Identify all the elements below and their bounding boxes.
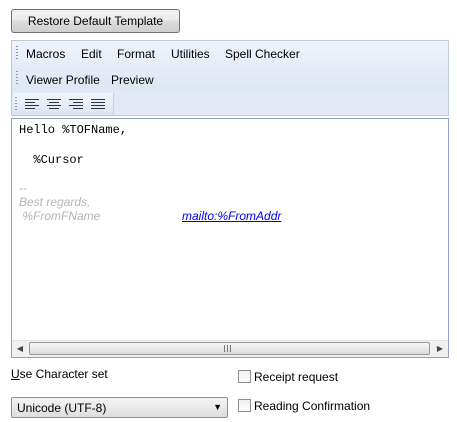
reading-confirmation-checkbox[interactable] [238, 399, 251, 412]
alignment-grip-icon[interactable] [15, 97, 17, 111]
menu-viewer-profile[interactable]: Viewer Profile [26, 73, 100, 87]
menu-edit[interactable]: Edit [81, 47, 102, 61]
receipt-request-label[interactable]: Receipt request [254, 370, 338, 384]
signature-separator[interactable]: -- [19, 181, 27, 195]
use-character-set-label: Use Character set [11, 367, 108, 381]
signature-mail-link[interactable]: mailto:%FromAddr [182, 209, 281, 223]
greeting-line[interactable]: Hello %TOFName, [19, 123, 127, 137]
signature-regards[interactable]: Best regards, [19, 195, 90, 209]
scroll-right-icon[interactable]: ▶ [432, 341, 448, 357]
chevron-down-icon[interactable]: ▼ [213, 402, 222, 412]
scrollbar-thumb[interactable] [29, 342, 430, 355]
restore-default-template-button[interactable]: Restore Default Template [11, 9, 180, 33]
align-left-icon[interactable] [24, 96, 40, 112]
align-center-icon[interactable] [46, 96, 62, 112]
receipt-request-checkbox[interactable] [238, 370, 251, 383]
thumb-grip-icon [224, 345, 231, 352]
charset-label-accesskey: U [11, 367, 20, 381]
horizontal-scrollbar[interactable]: ◀ ▶ [12, 340, 448, 357]
charset-label-text: se Character set [19, 367, 108, 381]
menubar-grip-2-icon[interactable] [16, 71, 18, 85]
scroll-left-icon[interactable]: ◀ [12, 341, 28, 357]
menubar-grip-icon[interactable] [16, 46, 18, 60]
align-right-icon[interactable] [68, 96, 84, 112]
cursor-line[interactable]: %Cursor [19, 153, 83, 167]
menu-macros[interactable]: Macros [26, 47, 65, 61]
menu-spell-checker[interactable]: Spell Checker [225, 47, 300, 61]
character-set-select[interactable]: Unicode (UTF-8) ▼ [11, 397, 228, 418]
menu-utilities[interactable]: Utilities [171, 47, 210, 61]
menu-format[interactable]: Format [117, 47, 155, 61]
reading-confirmation-label[interactable]: Reading Confirmation [254, 399, 370, 413]
signature-name[interactable]: %FromFName [19, 209, 100, 223]
character-set-value: Unicode (UTF-8) [17, 401, 107, 415]
menu-preview[interactable]: Preview [111, 73, 154, 87]
alignment-toolbar [13, 93, 114, 115]
menu-bar: Macros Edit Format Utilities Spell Check… [12, 41, 448, 91]
align-justify-icon[interactable] [90, 96, 106, 112]
template-editor[interactable]: Hello %TOFName, %Cursor -- Best regards,… [11, 118, 449, 358]
editor-toolbar: Macros Edit Format Utilities Spell Check… [11, 40, 449, 116]
